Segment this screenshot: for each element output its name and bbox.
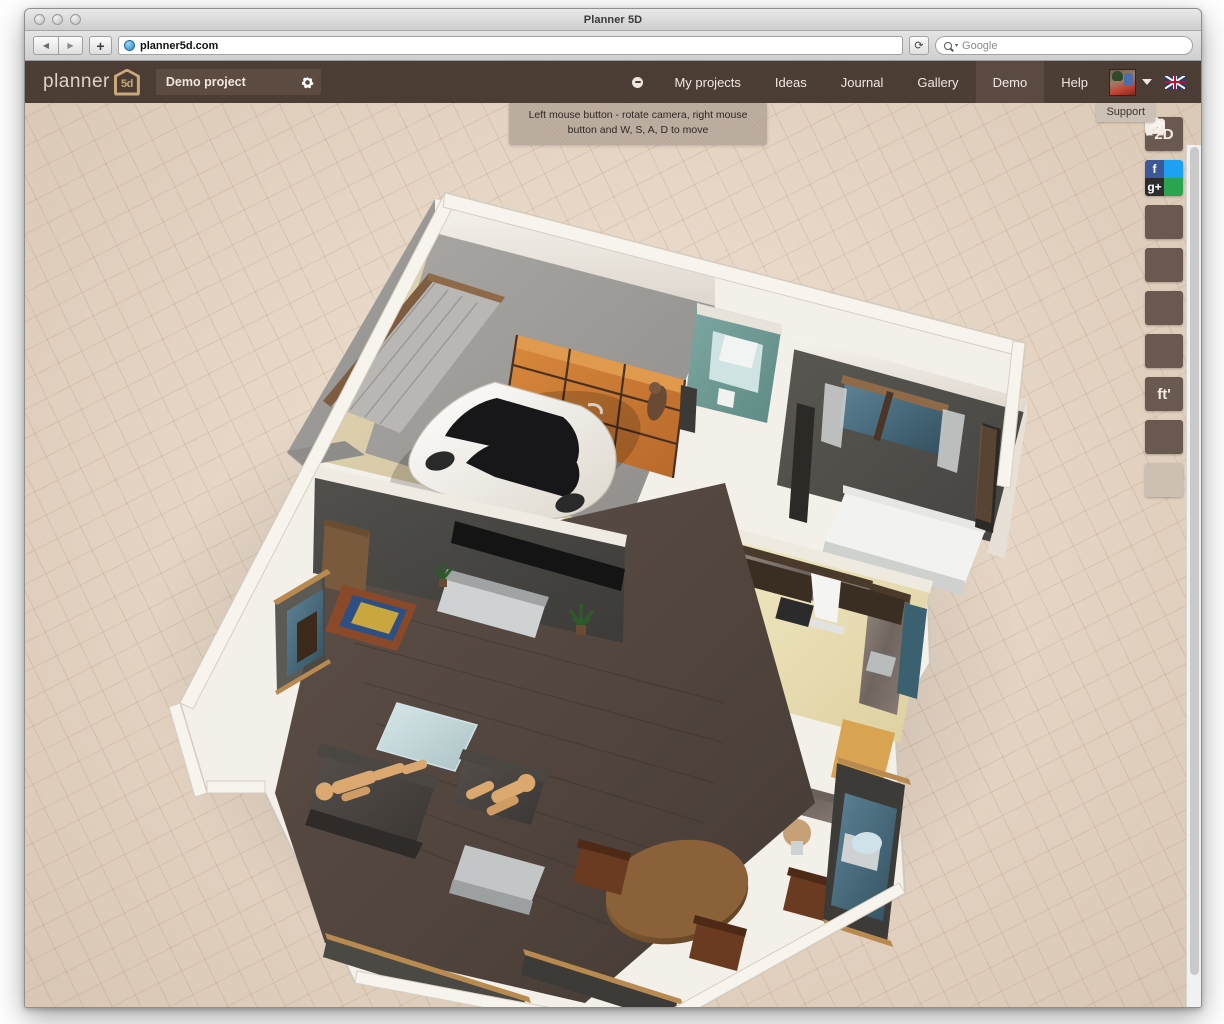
floorplan-scene [25,103,1201,1007]
fullscreen-icon[interactable] [1145,334,1183,368]
search-icon [944,42,952,50]
facebook-icon[interactable]: f [1145,160,1164,178]
planner5d-logo[interactable]: planner 5d [43,69,140,96]
support-tooltip[interactable]: Support [1096,103,1155,122]
nav-item-demo[interactable]: Demo [976,61,1045,103]
window-titlebar: Planner 5D [25,9,1201,31]
share-icon[interactable] [1164,178,1183,196]
browser-toolbar: ◀ ▶ + planner5d.com ⟳ ▾ Google [25,31,1201,61]
window-title: Planner 5D [25,14,1201,26]
main-navigation: My projects Ideas Journal Gallery Demo H… [618,61,1201,103]
reload-button[interactable]: ⟳ [909,36,929,55]
logo-badge-text: 5d [121,78,133,90]
uk-flag-icon[interactable] [1165,76,1185,89]
url-text: planner5d.com [140,40,218,52]
forward-button[interactable]: ▶ [58,36,83,55]
project-name-text: Demo project [166,75,246,89]
sidebar-item-dot[interactable] [618,61,657,103]
tool-rail: 2D f g+ [1145,117,1183,497]
browser-search-input[interactable]: ▾ Google [935,36,1193,55]
gear-icon[interactable] [301,76,314,89]
globe-icon [124,40,135,51]
nav-item-ideas[interactable]: Ideas [758,61,824,103]
zoom-in-icon[interactable] [1145,248,1183,282]
logo-wordmark: planner [43,71,110,93]
search-placeholder: Google [962,40,997,52]
camera-icon[interactable] [1145,205,1183,239]
zoom-out-icon[interactable] [1145,291,1183,325]
chevron-down-icon[interactable] [1142,79,1152,85]
page-scrollbar[interactable] [1186,145,1201,1007]
nav-buttons: ◀ ▶ [33,36,83,55]
nav-item-journal[interactable]: Journal [824,61,901,103]
nav-item-my-projects[interactable]: My projects [657,61,757,103]
project-name-field[interactable]: Demo project [156,69,321,95]
app-header: planner 5d Demo project [25,61,1201,103]
web-page: planner 5d Demo project [25,61,1201,1007]
google-plus-icon[interactable]: g+ [1145,178,1164,196]
viewport-hint-tooltip: Left mouse button - rotate camera, right… [509,103,767,145]
new-tab-button[interactable]: + [89,36,112,55]
avatar[interactable] [1109,69,1136,96]
units-toggle-button[interactable]: ft' [1145,377,1183,411]
scrollbar-thumb[interactable] [1190,147,1199,975]
address-bar[interactable]: planner5d.com [118,36,903,55]
minus-circle-icon [632,77,643,88]
redo-icon[interactable] [1145,463,1183,497]
nav-item-gallery[interactable]: Gallery [900,61,975,103]
search-dropdown-caret-icon[interactable]: ▾ [955,42,958,49]
undo-icon[interactable] [1145,420,1183,454]
back-button[interactable]: ◀ [33,36,58,55]
browser-window: Planner 5D ◀ ▶ + planner5d.com ⟳ ▾ Googl… [24,8,1202,1008]
nav-item-help[interactable]: Help [1044,61,1105,103]
twitter-icon[interactable] [1164,160,1183,178]
social-share-grid[interactable]: f g+ [1145,160,1183,196]
logo-house-badge-icon: 5d [114,69,140,96]
floorplan-3d-canvas[interactable]: Left mouse button - rotate camera, right… [25,103,1201,1007]
